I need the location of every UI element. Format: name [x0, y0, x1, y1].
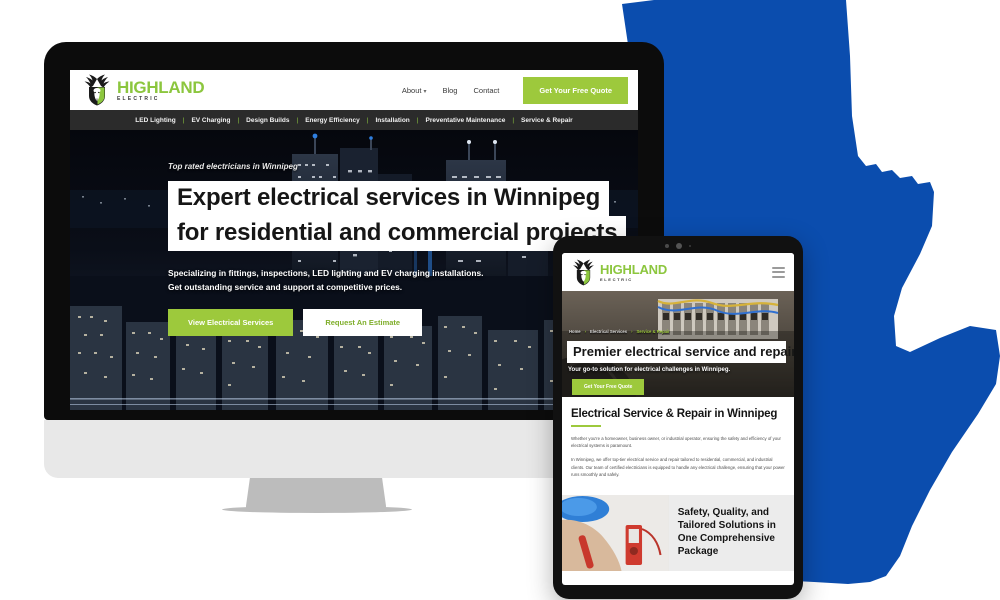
chevron-down-icon: ▾	[423, 88, 427, 95]
tablet-screen: HIGHLAND ELECTRIC Home › Electrical Serv…	[562, 253, 794, 585]
breadcrumb-separator: ›	[584, 329, 587, 334]
nav-separator: |	[512, 116, 515, 124]
tablet-card-title: Safety, Quality, and Tailored Solutions …	[677, 506, 776, 558]
microphone-dot-icon	[688, 244, 692, 248]
service-nav-ev-charging[interactable]: EV Charging	[191, 117, 230, 124]
tablet-feature-card: Safety, Quality, and Tailored Solutions …	[562, 494, 794, 571]
hero-eyebrow: Top rated electricians in Winnipeg	[168, 162, 298, 171]
get-free-quote-button[interactable]: Get Your Free Quote	[523, 76, 628, 104]
deer-head-shield-logo-icon	[84, 74, 110, 106]
section-divider	[571, 425, 601, 427]
service-navigation-bar: LED Lighting | EV Charging | Design Buil…	[70, 110, 638, 130]
hero-headline-line-1: Expert electrical services in Winnipeg	[168, 181, 610, 217]
logo-wordmark: HIGHLAND ELECTRIC	[117, 77, 205, 102]
logo-tagline: ELECTRIC	[600, 276, 633, 282]
electrician-testing-outlet-photo	[562, 494, 669, 571]
tablet-get-free-quote-button[interactable]: Get Your Free Quote	[572, 379, 645, 395]
hamburger-menu-icon[interactable]	[772, 266, 785, 278]
service-nav-design-builds[interactable]: Design Builds	[246, 117, 289, 124]
logo-tagline: ELECTRIC	[117, 95, 160, 102]
logo-name: HIGHLAND	[117, 77, 205, 97]
tablet-card-body: Safety, Quality, and Tailored Solutions …	[669, 495, 794, 571]
tablet-logo-wordmark: HIGHLAND ELECTRIC	[600, 263, 667, 282]
request-an-estimate-button[interactable]: Request An Estimate	[303, 308, 423, 336]
tablet-camera-cluster	[553, 243, 803, 249]
tablet-bezel: HIGHLAND ELECTRIC Home › Electrical Serv…	[553, 236, 803, 599]
breadcrumb-item-current: Service & Repair	[636, 329, 670, 334]
tablet-content-section: Electrical Service & Repair in Winnipeg …	[562, 397, 794, 495]
breadcrumb-item-home[interactable]: Home	[569, 329, 581, 334]
breadcrumb-item-electrical-services[interactable]: Electrical Services	[590, 329, 627, 334]
view-electrical-services-button[interactable]: View Electrical Services	[168, 308, 294, 336]
tablet-paragraph-1: Whether you're a homeowner, business own…	[571, 435, 781, 449]
sensor-dot-icon	[664, 244, 669, 248]
nav-separator: |	[366, 116, 369, 124]
camera-lens-icon	[675, 243, 682, 249]
service-nav-service-repair[interactable]: Service & Repair	[521, 117, 573, 124]
nav-separator: |	[296, 116, 299, 124]
tablet-site-logo[interactable]: HIGHLAND ELECTRIC	[571, 259, 667, 286]
tablet-section-heading: Electrical Service & Repair in Winnipeg	[571, 408, 778, 420]
tablet-hero-headline: Premier electrical service and repair	[567, 341, 794, 363]
nav-item-blog[interactable]: Blog	[442, 86, 457, 95]
breadcrumb-separator: ›	[631, 329, 633, 334]
tablet-hero-subtext: Your go-to solution for electrical chall…	[568, 367, 731, 373]
service-nav-led-lighting[interactable]: LED Lighting	[135, 117, 175, 124]
service-nav-preventative-maintenance[interactable]: Preventative Maintenance	[425, 117, 505, 124]
site-header: HIGHLAND ELECTRIC About ▾ Blog Contact Ge…	[70, 70, 638, 110]
tablet-card-image	[562, 494, 669, 571]
tablet-paragraph-2: In Winnipeg, we offer top-tier electrica…	[571, 456, 785, 478]
tablet-hero-section: Home › Electrical Services › Service & R…	[562, 291, 794, 397]
nav-separator: |	[416, 116, 419, 124]
mockup-stage: HIGHLAND ELECTRIC About ▾ Blog Contact Ge…	[0, 0, 1000, 600]
deer-head-shield-logo-icon	[573, 259, 594, 285]
tablet-site-header: HIGHLAND ELECTRIC	[562, 253, 794, 291]
breadcrumb: Home › Electrical Services › Service & R…	[569, 329, 670, 334]
tablet-mockup: HIGHLAND ELECTRIC Home › Electrical Serv…	[553, 236, 803, 599]
nav-separator: |	[182, 116, 185, 124]
service-nav-energy-efficiency[interactable]: Energy Efficiency	[305, 117, 360, 124]
nav-separator: |	[237, 116, 240, 124]
site-logo[interactable]: HIGHLAND ELECTRIC	[82, 74, 205, 106]
service-nav-installation[interactable]: Installation	[375, 117, 409, 124]
monitor-foot	[222, 506, 412, 513]
primary-navigation: About ▾ Blog Contact Get Your Free Quote	[402, 76, 628, 104]
logo-name: HIGHLAND	[600, 261, 668, 277]
nav-item-contact[interactable]: Contact	[473, 86, 499, 95]
nav-item-about[interactable]: About ▾	[402, 86, 427, 95]
